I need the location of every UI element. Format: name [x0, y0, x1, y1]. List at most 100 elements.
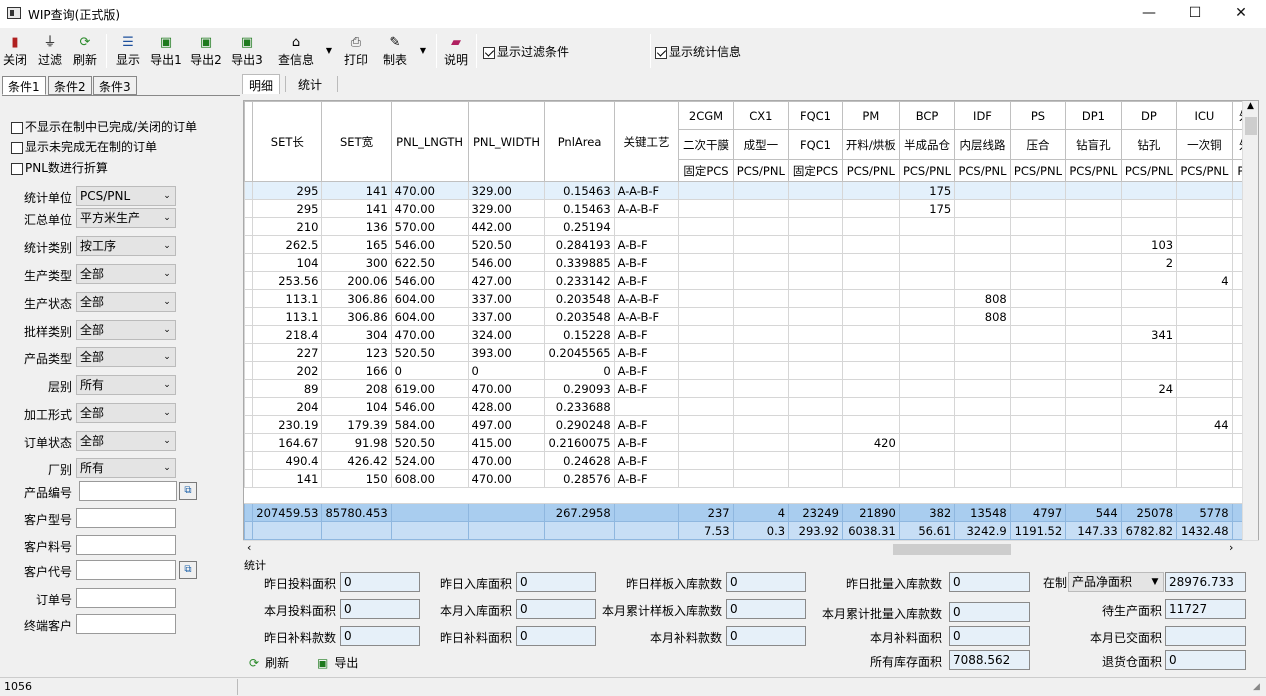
unit-header[interactable]: 固定PCS — [678, 159, 734, 182]
process-code-header[interactable]: DP1 — [1065, 101, 1122, 130]
tab-detail[interactable]: 明细 — [242, 74, 281, 94]
query-info-button[interactable]: ⌂ 查信息 — [276, 33, 316, 71]
unit-header[interactable]: PCS/PNL — [1176, 159, 1233, 182]
close-window-button[interactable]: ✕ — [1218, 0, 1264, 28]
checkbox-checked[interactable] — [655, 46, 667, 59]
lookup-button[interactable]: ⧉ — [179, 482, 197, 500]
table-row[interactable]: 202 166 0 0 0 A-B-F — [244, 361, 1258, 380]
checkbox[interactable] — [11, 121, 23, 134]
process-name-header[interactable]: 钻孔 — [1120, 129, 1178, 160]
table-row[interactable]: 227 123 520.50 393.00 0.2045565 A-B-F — [244, 343, 1258, 362]
stats-refresh-button[interactable]: ⟳ 刷新 — [249, 654, 289, 671]
tab-condition3[interactable]: 条件3 — [93, 76, 137, 95]
filter-text-input[interactable] — [79, 481, 177, 501]
process-name-header[interactable]: FQC1 — [788, 129, 843, 160]
export3-button[interactable]: ▣ 导出3 — [231, 33, 263, 71]
print-button[interactable]: ⎙ 打印 — [342, 33, 370, 71]
unit-header[interactable]: PCS/PNL — [1065, 159, 1122, 182]
filter-text-input[interactable] — [76, 560, 176, 580]
table-row[interactable]: 295 141 470.00 329.00 0.15463 A-A-B-F 175 — [244, 199, 1258, 218]
process-code-header[interactable]: FQC1 — [788, 101, 843, 130]
filter-button[interactable]: ⏚ 过滤 — [36, 33, 64, 71]
table-row[interactable]: 164.67 91.98 520.50 415.00 0.2160075 A-B-F 420 — [244, 433, 1258, 452]
table-row[interactable]: 204 104 546.00 428.00 0.233688 — [244, 397, 1258, 416]
hscroll-thumb[interactable] — [893, 544, 1011, 555]
filter-combo[interactable]: 全部 ⌄ — [76, 264, 176, 284]
column-header[interactable]: PNL_WIDTH — [467, 101, 546, 182]
make-table-dropdown[interactable]: ▼ — [416, 42, 430, 80]
filter-combo[interactable]: 全部 ⌄ — [76, 292, 176, 312]
process-code-header[interactable]: CX1 — [732, 101, 790, 130]
process-name-header[interactable]: 开料/烘板 — [841, 129, 900, 160]
resize-grip-icon[interactable]: ◢ — [1253, 682, 1260, 692]
make-table-button[interactable]: ✎ 制表 — [380, 33, 410, 71]
scroll-right-icon[interactable]: › — [1229, 541, 1233, 554]
table-row[interactable]: 253.56 200.06 546.00 427.00 0.233142 A-B-F 4 — [244, 271, 1258, 290]
tab-stats[interactable]: 统计 — [292, 74, 328, 94]
unit-header[interactable]: PCS/PNL — [1009, 159, 1067, 182]
scroll-left-icon[interactable]: ‹ — [247, 541, 251, 554]
column-header[interactable]: 关键工艺 — [613, 101, 680, 182]
process-name-header[interactable]: 压合 — [1009, 129, 1067, 160]
column-header[interactable]: SET长 — [252, 101, 323, 182]
unit-header[interactable]: 固定PCS — [788, 159, 843, 182]
display-button[interactable]: ☰ 显示 — [114, 33, 142, 71]
process-code-header[interactable]: ICU — [1176, 101, 1233, 130]
horizontal-scrollbar[interactable]: ‹ › — [243, 540, 1259, 557]
table-row[interactable]: 210 136 570.00 442.00 0.25194 — [244, 217, 1258, 236]
filter-combo[interactable]: 全部 ⌄ — [76, 347, 176, 367]
help-button[interactable]: ▰ 说明 — [442, 33, 470, 71]
table-row[interactable]: 113.1 306.86 604.00 337.00 0.203548 A-A-B-F 80… — [244, 307, 1258, 326]
refresh-button[interactable]: ⟳ 刷新 — [71, 33, 99, 71]
checkbox[interactable] — [11, 141, 23, 154]
wip-type-combo[interactable]: 产品净面积 ▼ — [1068, 572, 1164, 592]
table-row[interactable]: 262.5 165 546.00 520.50 0.284193 A-B-F 103 — [244, 235, 1258, 254]
show-unfinished-checkbox[interactable]: 显示未完成无在制的订单 — [11, 138, 157, 155]
tab-condition2[interactable]: 条件2 — [48, 76, 92, 95]
filter-combo[interactable]: 全部 ⌄ — [76, 431, 176, 451]
filter-text-input[interactable] — [76, 588, 176, 608]
close-button[interactable]: ▮ 关闭 — [2, 33, 28, 71]
show-filter-checkbox[interactable]: 显示过滤条件 — [483, 43, 569, 60]
hide-completed-checkbox[interactable]: 不显示在制中已完成/关闭的订单 — [11, 118, 197, 135]
unit-header[interactable]: PCS/PNL — [1120, 159, 1178, 182]
table-row[interactable]: 141 150 608.00 470.00 0.28576 A-B-F — [244, 469, 1258, 488]
unit-header[interactable]: PCS/PNL — [841, 159, 900, 182]
process-name-header[interactable]: 一次铜 — [1176, 129, 1233, 160]
checkbox-checked[interactable] — [483, 46, 495, 59]
filter-combo[interactable]: 按工序 ⌄ — [76, 236, 176, 256]
table-row[interactable]: 104 300 622.50 546.00 0.339885 A-B-F 2 — [244, 253, 1258, 272]
stats-export-button[interactable]: ▣ 导出 — [317, 654, 358, 671]
table-row[interactable]: 218.4 304 470.00 324.00 0.15228 A-B-F 341 — [244, 325, 1258, 344]
table-row[interactable]: 490.4 426.42 524.00 470.00 0.24628 A-B-F — [244, 451, 1258, 470]
process-name-header[interactable]: 二次干膜 — [678, 129, 734, 160]
process-name-header[interactable]: 半成品仓 — [898, 129, 956, 160]
process-code-header[interactable]: PM — [841, 101, 900, 130]
filter-text-input[interactable] — [76, 508, 176, 528]
process-code-header[interactable]: 2CGM — [678, 101, 734, 130]
scroll-thumb[interactable] — [1245, 117, 1257, 135]
process-code-header[interactable]: BCP — [898, 101, 956, 130]
table-row[interactable]: 89 208 619.00 470.00 0.29093 A-B-F 24 — [244, 379, 1258, 398]
filter-combo[interactable]: 全部 ⌄ — [76, 403, 176, 423]
table-row[interactable]: 295 141 470.00 329.00 0.15463 A-A-B-F 175 — [244, 181, 1258, 200]
wip-grid[interactable]: SET长 SET宽 PNL_LNGTH PNL_WIDTH PnlArea 关键工艺 2CG… — [243, 100, 1259, 556]
filter-combo[interactable]: 平方米生产 ⌄ — [76, 208, 176, 228]
unit-header[interactable]: PCS/PNL — [954, 159, 1011, 182]
tab-condition1[interactable]: 条件1 — [2, 76, 46, 95]
table-row[interactable]: 113.1 306.86 604.00 337.00 0.203548 A-A-B-F 80… — [244, 289, 1258, 308]
export2-button[interactable]: ▣ 导出2 — [190, 33, 222, 71]
filter-text-input[interactable] — [76, 535, 176, 555]
process-name-header[interactable]: 内层线路 — [954, 129, 1011, 160]
filter-combo[interactable]: PCS/PNL ⌄ — [76, 186, 176, 206]
export1-button[interactable]: ▣ 导出1 — [150, 33, 182, 71]
column-header[interactable]: PNL_LNGTH — [390, 101, 469, 182]
filter-combo[interactable]: 所有 ⌄ — [76, 375, 176, 395]
show-stats-checkbox[interactable]: 显示统计信息 — [655, 43, 741, 60]
process-code-header[interactable]: DP — [1120, 101, 1178, 130]
vertical-scrollbar[interactable]: ▲ — [1242, 101, 1258, 541]
unit-header[interactable]: PCS/PNL — [898, 159, 956, 182]
unit-header[interactable]: PCS/PNL — [732, 159, 790, 182]
filter-combo[interactable]: 全部 ⌄ — [76, 320, 176, 340]
process-name-header[interactable]: 成型一 — [732, 129, 790, 160]
